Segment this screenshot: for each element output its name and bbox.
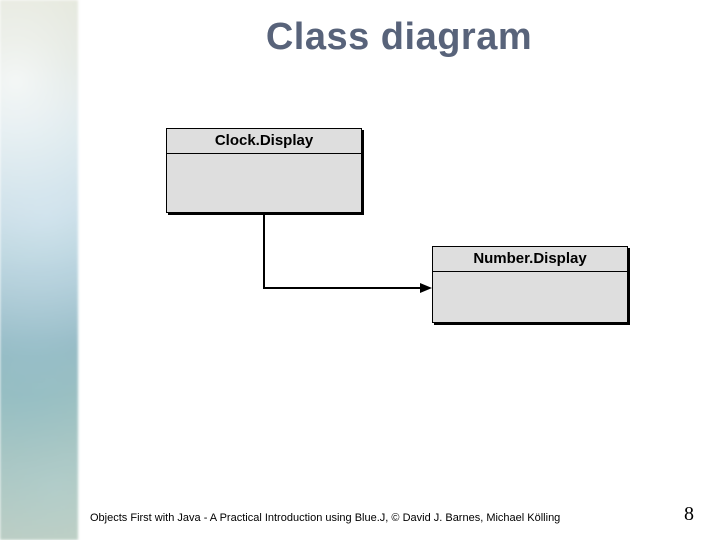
uml-class-body bbox=[167, 154, 361, 212]
slide-content: Class diagram Clock.Display Number.Displ… bbox=[78, 0, 720, 540]
uml-class-name: Number.Display bbox=[433, 247, 627, 272]
class-diagram: Clock.Display Number.Display bbox=[78, 0, 720, 540]
uml-class-name: Clock.Display bbox=[167, 129, 361, 154]
page-number: 8 bbox=[684, 503, 694, 526]
decorative-sidebar bbox=[0, 0, 78, 540]
uml-class-numberdisplay: Number.Display bbox=[432, 246, 628, 323]
footer-attribution: Objects First with Java - A Practical In… bbox=[90, 512, 560, 524]
uml-class-clockdisplay: Clock.Display bbox=[166, 128, 362, 213]
uml-class-body bbox=[433, 272, 627, 322]
